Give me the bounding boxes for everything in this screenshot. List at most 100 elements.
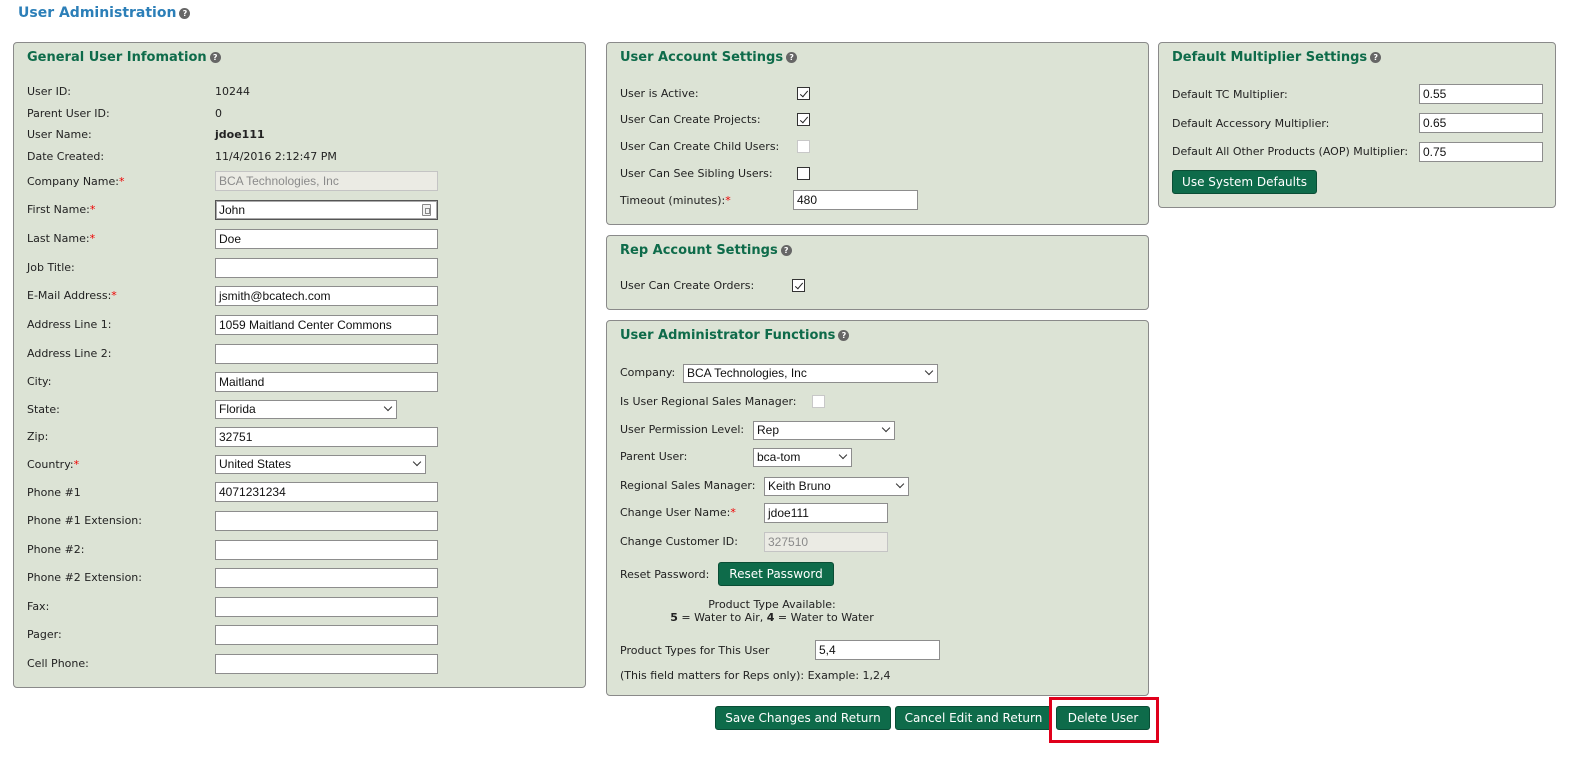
panel-title-text: Default Multiplier Settings [1172, 50, 1368, 65]
phone1-ext-label: Phone #1 Extension: [27, 514, 142, 527]
accessory-multiplier-label: Default Accessory Multiplier: [1172, 117, 1330, 130]
required-marker: * [730, 506, 736, 519]
regional-manager-flag-label: Is User Regional Sales Manager: [620, 395, 797, 408]
company-name-field: BCA Technologies, Inc [215, 171, 438, 191]
see-sibling-users-checkbox[interactable] [797, 167, 810, 180]
user-name-value: jdoe111 [215, 128, 265, 141]
reset-password-button[interactable]: Reset Password [718, 562, 834, 586]
company-name-label-text: Company Name: [27, 175, 119, 188]
phone1-ext-field[interactable] [215, 511, 438, 531]
use-system-defaults-button[interactable]: Use System Defaults [1172, 170, 1317, 194]
save-and-return-button[interactable]: Save Changes and Return [715, 706, 891, 730]
help-icon[interactable]: ? [1370, 52, 1382, 63]
chevron-down-icon [412, 457, 422, 467]
pager-label: Pager: [27, 628, 62, 641]
create-projects-label: User Can Create Projects: [620, 113, 761, 126]
country-value: United States [219, 457, 292, 471]
panel-title: Rep Account Settings? [620, 243, 792, 258]
create-projects-checkbox[interactable] [797, 113, 810, 126]
product-types-user-label: Product Types for This User [620, 644, 770, 657]
country-select[interactable]: United States [215, 455, 426, 474]
city-label: City: [27, 375, 52, 388]
help-icon[interactable]: ? [179, 8, 191, 19]
help-icon[interactable]: ? [838, 330, 850, 341]
tc-multiplier-label: Default TC Multiplier: [1172, 88, 1288, 101]
tc-multiplier-field[interactable]: 0.55 [1419, 84, 1543, 104]
company-label: Company: [620, 366, 676, 379]
reset-password-label: Reset Password: [620, 568, 710, 581]
fax-label: Fax: [27, 600, 50, 613]
state-label: State: [27, 403, 60, 416]
parent-user-label: Parent User: [620, 450, 688, 463]
accessory-multiplier-field[interactable]: 0.65 [1419, 113, 1543, 133]
help-icon[interactable]: ? [780, 245, 792, 256]
phone1-field[interactable]: 4071231234 [215, 482, 438, 502]
regional-manager-flag-checkbox [812, 395, 825, 408]
phone2-label: Phone #2: [27, 543, 85, 556]
product-types-note: (This field matters for Reps only): Exam… [620, 669, 891, 682]
address2-field[interactable] [215, 344, 438, 364]
input-assist-icon[interactable] [422, 204, 431, 216]
company-select[interactable]: BCA Technologies, Inc [683, 364, 938, 383]
panel-title-text: Rep Account Settings [620, 243, 778, 258]
product-type-desc: = Water to Air, [677, 611, 767, 624]
create-child-users-label: User Can Create Child Users: [620, 140, 780, 153]
state-select[interactable]: Florida [215, 400, 397, 419]
company-name-label: Company Name:* [27, 175, 125, 188]
first-name-label: First Name:* [27, 203, 95, 216]
create-orders-checkbox[interactable] [792, 279, 805, 292]
last-name-field[interactable]: Doe [215, 229, 438, 249]
user-active-checkbox[interactable] [797, 87, 810, 100]
parent-user-value: bca-tom [757, 450, 801, 464]
timeout-field[interactable]: 480 [793, 190, 918, 210]
panel-title-text: User Account Settings [620, 50, 784, 65]
see-sibling-users-label: User Can See Sibling Users: [620, 167, 773, 180]
country-label-text: Country: [27, 458, 74, 471]
product-types-field[interactable]: 5,4 [815, 640, 940, 660]
pager-field[interactable] [215, 625, 438, 645]
change-customer-id-field: 327510 [764, 532, 888, 552]
aop-multiplier-field[interactable]: 0.75 [1419, 142, 1543, 162]
parent-user-id-value: 0 [215, 107, 222, 120]
fax-field[interactable] [215, 597, 438, 617]
email-field[interactable]: jsmith@bcatech.com [215, 286, 438, 306]
product-type-legend: 5 = Water to Air, 4 = Water to Water [647, 611, 897, 624]
first-name-field[interactable]: John [215, 200, 438, 220]
cell-phone-label: Cell Phone: [27, 657, 89, 670]
multiplier-settings-panel: Default Multiplier Settings? Default TC … [1158, 42, 1556, 208]
phone2-ext-field[interactable] [215, 568, 438, 588]
panel-title-text: User Administrator Functions [620, 328, 836, 343]
regional-manager-select[interactable]: Keith Bruno [764, 477, 909, 496]
general-info-panel: General User Infomation? User ID: 10244 … [13, 42, 586, 688]
delete-user-highlight [1049, 697, 1159, 743]
parent-user-select[interactable]: bca-tom [753, 448, 852, 467]
chevron-down-icon [383, 402, 393, 412]
city-field[interactable]: Maitland [215, 372, 438, 392]
aop-multiplier-label: Default All Other Products (AOP) Multipl… [1172, 145, 1409, 158]
change-username-label-text: Change User Name: [620, 506, 731, 519]
first-name-value: John [219, 203, 246, 217]
phone2-field[interactable] [215, 540, 438, 560]
required-marker: * [725, 194, 731, 207]
create-orders-label: User Can Create Orders: [620, 279, 755, 292]
address2-label: Address Line 2: [27, 347, 112, 360]
cell-phone-field[interactable] [215, 654, 438, 674]
product-type-code: 5 [670, 611, 678, 624]
first-name-label-text: First Name: [27, 203, 90, 216]
help-icon[interactable]: ? [786, 52, 798, 63]
zip-label: Zip: [27, 430, 49, 443]
required-marker: * [119, 175, 125, 188]
required-marker: * [111, 289, 117, 302]
phone1-label: Phone #1 [27, 486, 81, 499]
panel-title: User Account Settings? [620, 50, 798, 65]
zip-field[interactable]: 32751 [215, 427, 438, 447]
job-title-field[interactable] [215, 258, 438, 278]
change-username-field[interactable]: jdoe111 [764, 503, 888, 523]
permission-level-select[interactable]: Rep [753, 421, 895, 440]
help-icon[interactable]: ? [209, 52, 221, 63]
address1-field[interactable]: 1059 Maitland Center Commons [215, 315, 438, 335]
user-active-label: User is Active: [620, 87, 699, 100]
panel-title: Default Multiplier Settings? [1172, 50, 1382, 65]
cancel-edit-button[interactable]: Cancel Edit and Return [895, 706, 1052, 730]
admin-functions-panel: User Administrator Functions? Company: B… [606, 320, 1149, 696]
